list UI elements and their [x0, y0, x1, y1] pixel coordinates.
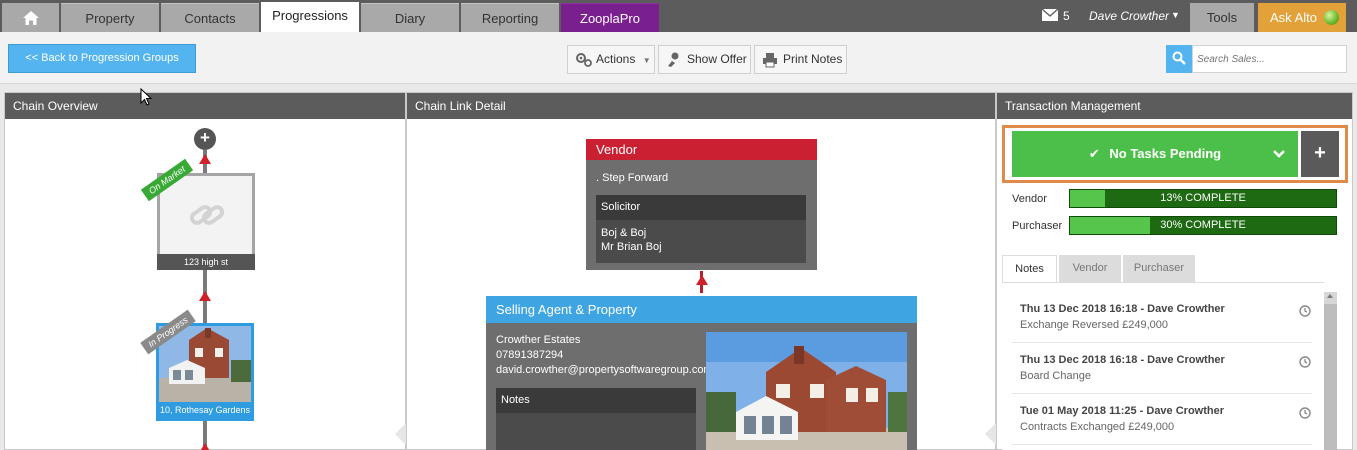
ask-alto-button[interactable]: Ask Alto	[1258, 3, 1346, 32]
check-icon: ✔	[1088, 146, 1100, 161]
search-sales-input[interactable]	[1192, 45, 1347, 73]
ask-alto-label: Ask Alto	[1270, 10, 1317, 25]
show-offer-button[interactable]: Show Offer	[658, 45, 751, 74]
add-task-button[interactable]: +	[1301, 131, 1339, 177]
tab-property[interactable]: Property	[61, 3, 159, 32]
list-item[interactable]: Thu 13 Dec 2018 16:18 - Dave Crowther Bo…	[1012, 343, 1312, 394]
list-item[interactable]: Thu 13 Dec 2018 16:18 - Dave Crowther Ex…	[1012, 292, 1312, 343]
tab-diary[interactable]: Diary	[361, 3, 459, 32]
tab-zooplapro[interactable]: ZooplaPro	[561, 3, 659, 32]
actions-button[interactable]: Actions ▼	[567, 45, 655, 74]
status-orb-icon	[1324, 10, 1339, 25]
actions-label: Actions	[596, 52, 636, 66]
mail-count: 5	[1063, 9, 1070, 23]
note-title: Thu 13 Dec 2018 16:18 - Dave Crowther	[1020, 303, 1225, 315]
back-to-progression-groups-button[interactable]: << Back to Progression Groups	[8, 44, 196, 73]
property-address: 10, Rothesay Gardens	[159, 405, 251, 415]
search-button[interactable]	[1166, 45, 1192, 73]
tools-button[interactable]: Tools	[1190, 3, 1254, 32]
selling-agent-card: Selling Agent & Property Crowther Estate…	[486, 296, 917, 450]
solicitor-contact[interactable]: Mr Brian Boj	[596, 240, 806, 254]
solicitor-box: Solicitor Boj & Boj Mr Brian Boj	[596, 195, 806, 263]
vendor-progress-text: 13% COMPLETE	[1160, 192, 1246, 204]
purchaser-progress-label: Purchaser	[1012, 220, 1063, 232]
home-tab[interactable]	[2, 3, 59, 32]
clock-icon[interactable]	[1299, 407, 1311, 419]
scroll-thumb[interactable]	[1324, 304, 1337, 450]
link-icon	[189, 205, 225, 225]
note-detail: Exchange Reversed £249,000	[1020, 319, 1168, 331]
gear-icon	[576, 53, 592, 67]
tab-vendor[interactable]: Vendor	[1059, 255, 1121, 282]
chain-overview-panel: Chain Overview + 123 high st On Market 1…	[4, 92, 406, 450]
chevron-down-icon	[1273, 150, 1285, 158]
note-title: Tue 01 May 2018 11:25 - Dave Crowther	[1020, 405, 1225, 417]
solicitor-label: Solicitor	[596, 195, 806, 220]
vendor-progress-bar: 13% COMPLETE	[1069, 189, 1337, 208]
print-notes-button[interactable]: Print Notes	[754, 45, 847, 74]
plus-icon: +	[1314, 142, 1326, 164]
home-icon	[23, 11, 39, 25]
agent-phone[interactable]: 07891387294	[496, 349, 563, 361]
selling-agent-title: Selling Agent & Property	[486, 296, 917, 323]
tab-notes[interactable]: Notes	[1002, 255, 1057, 282]
print-icon	[763, 53, 777, 68]
property-photo	[706, 332, 907, 450]
note-detail: Board Change	[1020, 370, 1091, 382]
user-menu[interactable]: Dave Crowther	[1089, 9, 1169, 23]
tasks-dropdown-button[interactable]: ✔ No Tasks Pending	[1012, 131, 1298, 177]
show-offer-label: Show Offer	[687, 52, 747, 66]
chain-arrow-icon	[696, 275, 708, 285]
mouse-cursor-icon	[140, 88, 152, 106]
tab-purchaser[interactable]: Purchaser	[1123, 255, 1195, 282]
offer-icon	[668, 52, 679, 67]
add-chain-link-button[interactable]: +	[194, 128, 216, 150]
toolbar: << Back to Progression Groups Actions ▼ …	[0, 32, 1357, 84]
tasks-label: No Tasks Pending	[1109, 146, 1222, 161]
chevron-down-icon: ▼	[642, 56, 651, 65]
notes-scrollbar[interactable]	[1324, 292, 1337, 450]
agent-email[interactable]: david.crowther@propertysoftwaregroup.com	[496, 364, 706, 376]
notes-list: Thu 13 Dec 2018 16:18 - Dave Crowther Ex…	[1002, 282, 1324, 450]
purchaser-progress-text: 30% COMPLETE	[1160, 219, 1246, 231]
tab-contacts[interactable]: Contacts	[161, 3, 259, 32]
transaction-management-title: Transaction Management	[997, 93, 1352, 119]
agent-notes-box: Notes	[496, 388, 696, 450]
vendor-card: Vendor . Step Forward Solicitor Boj & Bo…	[586, 139, 817, 270]
property-address: 123 high st	[157, 254, 255, 270]
vendor-title: Vendor	[586, 139, 817, 160]
tab-reporting[interactable]: Reporting	[461, 3, 559, 32]
tasks-highlight: ✔ No Tasks Pending +	[1002, 125, 1348, 183]
chain-link-detail-title: Chain Link Detail	[407, 93, 995, 119]
chain-overview-title: Chain Overview	[5, 93, 405, 119]
panel-pointer	[395, 423, 406, 445]
solicitor-firm[interactable]: Boj & Boj	[596, 226, 806, 240]
top-navigation: Property Contacts Progressions Diary Rep…	[0, 0, 1357, 32]
note-title: Thu 13 Dec 2018 16:18 - Dave Crowther	[1020, 354, 1225, 366]
chain-property-card[interactable]: 123 high st	[157, 173, 255, 270]
note-detail: Contracts Exchanged £249,000	[1020, 421, 1175, 433]
clock-icon[interactable]	[1299, 305, 1311, 317]
chain-arrow-icon	[199, 154, 211, 164]
search-icon	[1172, 51, 1186, 65]
transaction-management-panel: Transaction Management ✔ No Tasks Pendin…	[996, 92, 1353, 450]
chevron-down-icon[interactable]: ▼	[1171, 10, 1180, 20]
panel-pointer	[985, 423, 996, 445]
agent-notes-label: Notes	[496, 388, 696, 413]
tab-progressions[interactable]: Progressions	[261, 2, 359, 32]
chain-arrow-icon	[199, 443, 211, 450]
vendor-progress-label: Vendor	[1012, 193, 1047, 205]
property-photo	[159, 326, 251, 402]
list-item[interactable]: Tue 01 May 2018 11:25 - Dave Crowther Co…	[1012, 394, 1312, 445]
scroll-up-icon[interactable]	[1327, 294, 1333, 298]
chain-arrow-icon	[199, 291, 211, 301]
vendor-name[interactable]: . Step Forward	[596, 172, 668, 184]
agent-company[interactable]: Crowther Estates	[496, 334, 580, 346]
mail-icon[interactable]	[1042, 9, 1058, 21]
clock-icon[interactable]	[1299, 356, 1311, 368]
chain-link-detail-panel: Chain Link Detail Vendor . Step Forward …	[406, 92, 996, 450]
print-notes-label: Print Notes	[783, 52, 843, 66]
purchaser-progress-bar: 30% COMPLETE	[1069, 216, 1337, 235]
